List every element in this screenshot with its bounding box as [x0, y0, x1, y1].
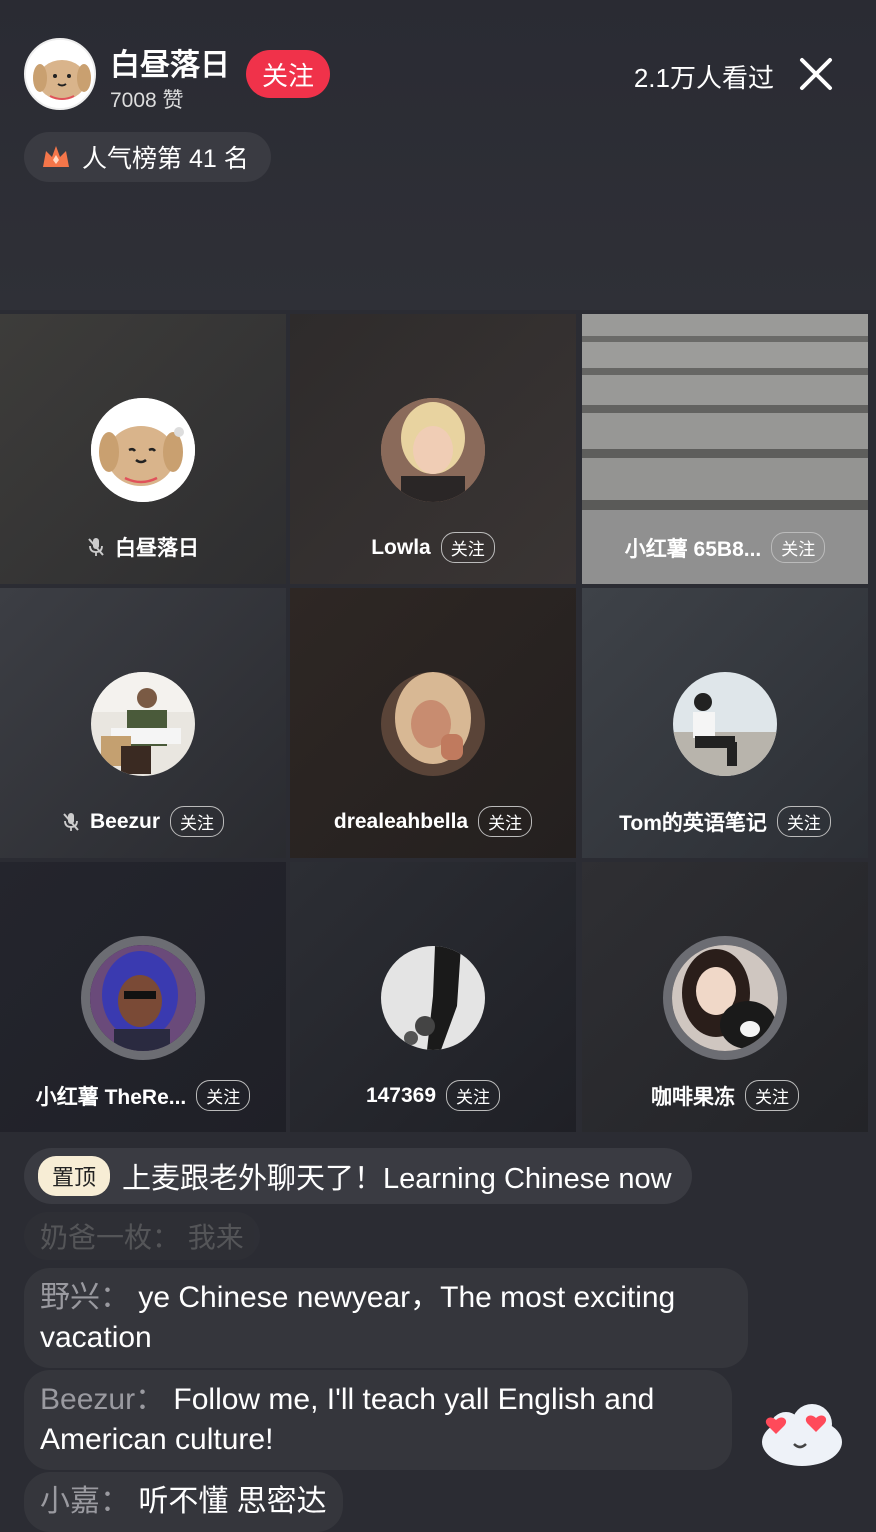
chat-username[interactable]: 野兴：: [40, 1281, 130, 1314]
avatar: [673, 672, 777, 776]
pinned-text: 上麦跟老外聊天了！Learning Chinese now: [122, 1163, 672, 1195]
rank-text: 人气榜第 41 名: [82, 145, 249, 173]
guest-name: 147369: [365, 1083, 437, 1107]
guest-name: 小红薯 TheRe...: [35, 1085, 187, 1109]
guest-tile[interactable]: 咖啡果冻 关注: [582, 862, 868, 1132]
guest-tile[interactable]: Lowla 关注: [290, 314, 576, 584]
follow-button[interactable]: 关注: [170, 806, 225, 837]
guest-label: Lowla 关注: [290, 532, 576, 563]
guest-label: Beezur 关注: [0, 806, 286, 837]
guest-tile[interactable]: Beezur 关注: [0, 588, 286, 858]
chat-text: 听不懂 思密达: [130, 1485, 327, 1518]
follow-button[interactable]: 关注: [196, 1080, 251, 1111]
avatar: [381, 946, 485, 1050]
crown-icon: [43, 146, 69, 167]
follow-button[interactable]: 关注: [771, 532, 826, 563]
guest-label: drealeahbella 关注: [290, 806, 576, 837]
chat-message[interactable]: 小嘉： 听不懂 思密达: [24, 1472, 343, 1532]
popularity-rank-pill[interactable]: 人气榜第 41 名: [24, 132, 271, 182]
mic-muted-icon: [63, 812, 79, 831]
guest-tile[interactable]: 147369 关注: [290, 862, 576, 1132]
guest-label: 咖啡果冻 关注: [582, 1080, 868, 1111]
avatar-speaking: [663, 936, 787, 1060]
close-icon[interactable]: [798, 56, 834, 92]
host-name: 白昼落日: [110, 49, 230, 82]
pinned-message[interactable]: 置顶 上麦跟老外聊天了！Learning Chinese now: [24, 1148, 692, 1204]
follow-button[interactable]: 关注: [446, 1080, 501, 1111]
guest-name: 小红薯 65B8...: [624, 537, 762, 561]
follow-button[interactable]: 关注: [776, 806, 831, 837]
guest-tile[interactable]: 小红薯 TheRe... 关注: [0, 862, 286, 1132]
guest-label: 小红薯 TheRe... 关注: [0, 1080, 286, 1111]
guest-tile[interactable]: 小红薯 65B8... 关注: [582, 314, 868, 584]
host-likes: 7008 赞: [110, 89, 184, 112]
guest-label: 147369 关注: [290, 1080, 576, 1111]
guest-tile[interactable]: Tom的英语笔记 关注: [582, 588, 868, 858]
viewer-count: 2.1万人看过: [633, 63, 774, 93]
guest-tile[interactable]: 白昼落日: [0, 314, 286, 584]
follow-button[interactable]: 关注: [246, 50, 330, 98]
chat-username[interactable]: Beezur：: [40, 1383, 165, 1416]
avatar-speaking: [81, 936, 205, 1060]
avatar: [91, 672, 195, 776]
guest-name: 白昼落日: [115, 537, 199, 560]
follow-button[interactable]: 关注: [440, 532, 495, 563]
guest-tile[interactable]: drealeahbella 关注: [290, 588, 576, 858]
chat-message[interactable]: 野兴： ye Chinese newyear，The most exciting…: [24, 1268, 748, 1368]
guest-label: 白昼落日: [0, 532, 286, 562]
host-avatar[interactable]: [24, 38, 96, 110]
mic-muted-icon: [88, 538, 104, 556]
follow-button[interactable]: 关注: [478, 806, 533, 837]
guest-label: Tom的英语笔记 关注: [582, 806, 868, 837]
pinned-badge: 置顶: [38, 1156, 111, 1196]
follow-button[interactable]: 关注: [745, 1080, 799, 1111]
guest-name: drealeahbella: [333, 809, 469, 833]
guest-label: 小红薯 65B8... 关注: [582, 532, 868, 563]
avatar: [381, 398, 485, 502]
chat-text: ye Chinese newyear，The most exciting vac…: [40, 1281, 676, 1354]
chat-message[interactable]: Beezur： Follow me, I'll teach yall Engli…: [24, 1370, 732, 1470]
guest-name: Lowla: [371, 535, 431, 559]
guest-name: Beezur: [89, 809, 161, 833]
chat-message-faded: 奶爸一枚： 我来: [24, 1212, 260, 1260]
guest-name: Tom的英语笔记: [619, 811, 767, 835]
guest-name: 咖啡果冻: [651, 1085, 735, 1109]
heart-eyes-cloud-icon[interactable]: [756, 1396, 848, 1470]
chat-username[interactable]: 小嘉：: [40, 1485, 130, 1518]
avatar: [381, 672, 485, 776]
avatar: [91, 398, 195, 502]
